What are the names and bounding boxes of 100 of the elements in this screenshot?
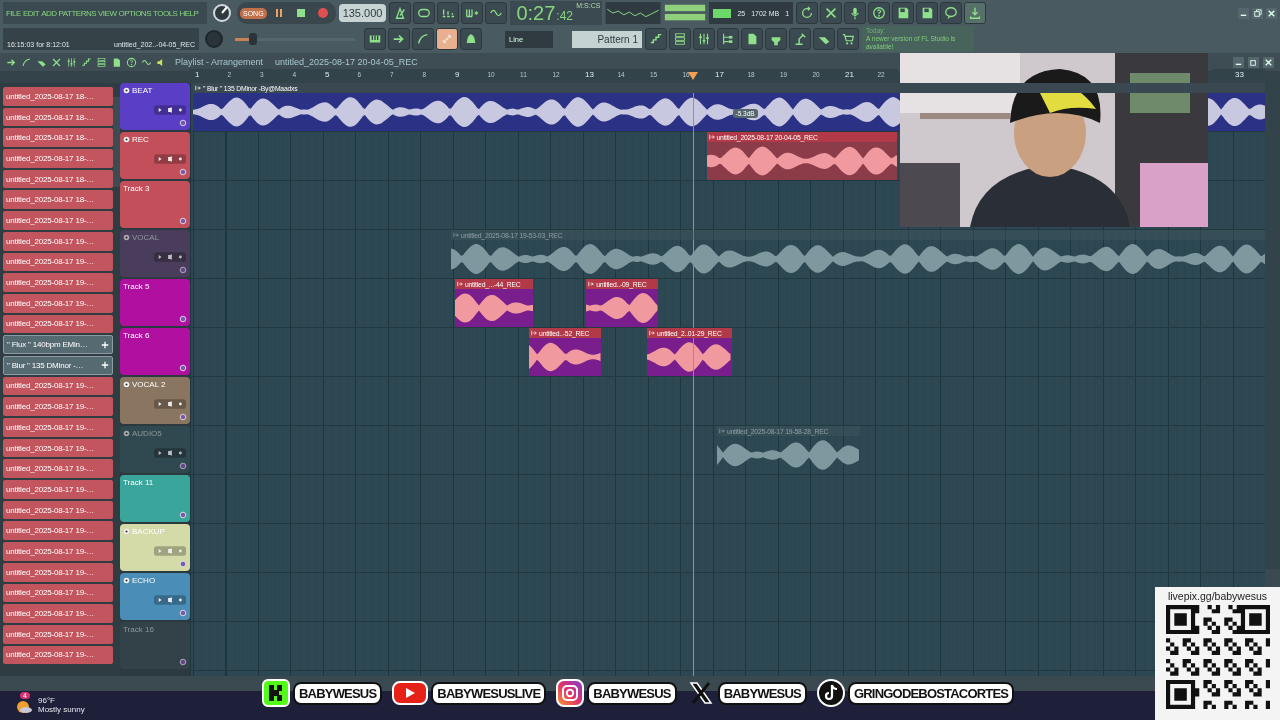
minimize-icon[interactable]	[1233, 56, 1244, 68]
pattern-item[interactable]: untitled_2025-08-17 18-…	[3, 169, 113, 189]
track-mixer-icon[interactable]	[179, 168, 187, 176]
vertical-scrollbar[interactable]	[1265, 83, 1280, 569]
track-controls-icon[interactable]	[154, 252, 186, 262]
track-mixer-icon[interactable]	[179, 119, 187, 127]
tool-button[interactable]	[964, 2, 987, 24]
pattern-item[interactable]: untitled_2025-08-17 19-…	[3, 562, 113, 582]
tool-button[interactable]	[844, 2, 867, 24]
close-icon[interactable]	[1266, 7, 1277, 19]
pattern-item[interactable]: untitled_2025-08-17 19-…	[3, 231, 113, 251]
curve-icon[interactable]	[21, 56, 32, 68]
pattern-item[interactable]: untitled_2025-08-17 19-…	[3, 397, 113, 416]
tool-button[interactable]	[413, 2, 436, 24]
minimize-icon[interactable]	[1238, 7, 1249, 19]
tool-button[interactable]	[837, 28, 859, 50]
track-header[interactable]: Track 16	[120, 622, 190, 669]
track-mixer-icon[interactable]	[179, 217, 187, 225]
track-mixer-icon[interactable]	[179, 609, 187, 617]
menu-item[interactable]: TOOLS	[153, 8, 178, 18]
track-mixer-icon[interactable]	[179, 560, 187, 568]
tool-button[interactable]	[765, 28, 787, 50]
pattern-item[interactable]: untitled_2025-08-17 19-…	[3, 273, 113, 292]
pattern-item[interactable]: untitled_2025-08-17 19-…	[3, 438, 113, 458]
tool-button[interactable]	[389, 2, 412, 24]
track-header[interactable]: REC	[120, 132, 190, 179]
tool-button[interactable]	[868, 2, 891, 24]
pattern-item[interactable]: untitled_2025-08-17 19-…	[3, 211, 113, 230]
tool-button[interactable]	[364, 28, 386, 50]
plus-icon[interactable]	[101, 361, 109, 370]
track-mixer-icon[interactable]	[179, 413, 187, 421]
tool-button[interactable]	[645, 28, 667, 50]
scrollbar[interactable]	[113, 97, 120, 187]
pattern-selector[interactable]: Pattern 1	[572, 30, 642, 48]
tool-button[interactable]	[916, 2, 939, 24]
tool-button[interactable]	[796, 2, 819, 24]
track-mixer-icon[interactable]	[179, 658, 187, 666]
tool-button[interactable]	[485, 2, 508, 24]
pattern-item[interactable]: untitled_2025-08-17 19-…	[3, 418, 113, 437]
tool-button[interactable]	[820, 2, 843, 24]
track-header[interactable]: Track 6	[120, 328, 190, 375]
pattern-item[interactable]: untitled_2025-08-17 19-…	[3, 252, 113, 272]
pattern-item[interactable]: untitled_2025-08-17 19-…	[3, 583, 113, 603]
plus-icon[interactable]	[101, 340, 109, 349]
pattern-item[interactable]: " Flux " 140bpm EMin…	[3, 335, 113, 354]
pattern-item[interactable]: untitled_2025-08-17 19-…	[3, 521, 113, 541]
track-mixer-icon[interactable]	[179, 315, 187, 323]
track-mixer-icon[interactable]	[179, 462, 187, 470]
track-controls-icon[interactable]	[154, 399, 186, 409]
cross-icon[interactable]	[51, 56, 62, 68]
track-controls-icon[interactable]	[154, 595, 186, 605]
pattern-item[interactable]: untitled_2025-08-17 19-…	[3, 314, 113, 334]
tool-button[interactable]	[813, 28, 835, 50]
pattern-item[interactable]: untitled_2025-08-17 19-…	[3, 500, 113, 520]
pattern-item[interactable]: untitled_2025-08-17 18-…	[3, 87, 113, 106]
file-icon[interactable]	[111, 56, 122, 68]
menu-item[interactable]: PATTERNS	[58, 8, 96, 18]
menu-item[interactable]: VIEW	[98, 8, 117, 18]
track-mixer-icon[interactable]	[179, 266, 187, 274]
pattern-item[interactable]: untitled_2025-08-17 19-…	[3, 604, 113, 623]
tool-button[interactable]	[460, 28, 482, 50]
music-note-icon[interactable]	[816, 679, 845, 707]
tool-button[interactable]	[789, 28, 811, 50]
pattern-item[interactable]: untitled_2025-08-17 18-…	[3, 190, 113, 210]
instagram-icon[interactable]	[556, 679, 585, 707]
menu-item[interactable]: OPTIONS	[118, 8, 151, 18]
pattern-item[interactable]: untitled_2025-08-17 19-…	[3, 480, 113, 499]
menu-item[interactable]: EDIT	[22, 8, 40, 18]
track-mixer-icon[interactable]	[179, 511, 187, 519]
pattern-item[interactable]: untitled_2025-08-17 19-…	[3, 624, 113, 644]
pattern-item[interactable]: untitled_2025-08-17 19-…	[3, 542, 113, 561]
pattern-item[interactable]: untitled_2025-08-17 19-…	[3, 645, 113, 665]
tempo-field[interactable]: 135.000	[338, 4, 387, 22]
pattern-item[interactable]: untitled_2025-08-17 18-…	[3, 149, 113, 168]
steps-icon[interactable]	[81, 56, 92, 68]
tool-button[interactable]	[693, 28, 715, 50]
tool-button[interactable]	[669, 28, 691, 50]
track-header[interactable]: VOCAL	[120, 230, 190, 277]
track-header[interactable]: AUDIO5	[120, 426, 190, 473]
pattern-item[interactable]: untitled_2025-08-17 19-…	[3, 459, 113, 479]
list-icon[interactable]	[96, 56, 107, 68]
track-controls-icon[interactable]	[154, 105, 186, 115]
track-header[interactable]: BEAT	[120, 83, 190, 130]
pattern-item[interactable]: untitled_2025-08-17 18-…	[3, 128, 113, 148]
track-mixer-icon[interactable]	[179, 364, 187, 372]
track-header[interactable]: ECHO	[120, 573, 190, 620]
mixer-icon[interactable]	[66, 56, 77, 68]
restore-icon[interactable]	[1252, 7, 1263, 19]
tool-button[interactable]	[741, 28, 763, 50]
qr-code[interactable]	[1165, 605, 1270, 709]
pattern-item[interactable]: untitled_2025-08-17 19-…	[3, 293, 113, 313]
menu-item[interactable]: ADD	[41, 8, 57, 18]
close-icon[interactable]	[1263, 56, 1274, 68]
track-header[interactable]: Track 5	[120, 279, 190, 326]
pattern-item[interactable]: untitled_2025-08-17 18-…	[3, 107, 113, 127]
tool-button[interactable]	[388, 28, 410, 50]
tool-button[interactable]	[412, 28, 434, 50]
tool-button[interactable]	[892, 2, 915, 24]
track-header[interactable]: Track 11	[120, 475, 190, 522]
tool-button[interactable]	[461, 2, 484, 24]
